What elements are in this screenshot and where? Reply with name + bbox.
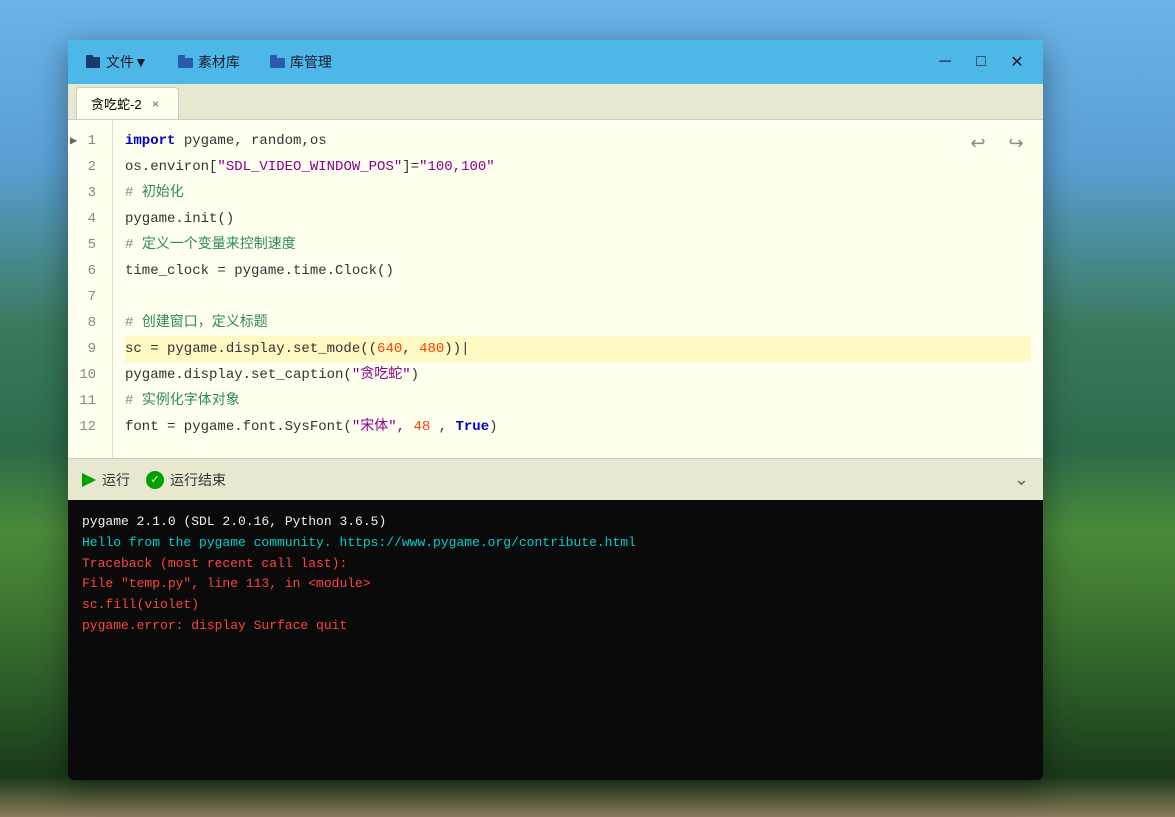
file-icon xyxy=(86,55,102,69)
code-line-7 xyxy=(125,284,1031,310)
console-line-2: Hello from the pygame community. https:/… xyxy=(82,533,1029,554)
console-line-4: File "temp.py", line 113, in <module> xyxy=(82,574,1029,595)
chevron-down-icon[interactable]: ⌄ xyxy=(1014,469,1029,490)
code-line-8: # 创建窗口，定义标题 xyxy=(125,310,1031,336)
app-window: 文件▼ 素材库 库管理 ─ xyxy=(68,40,1043,780)
menu-library-label: 库管理 xyxy=(290,52,332,72)
redo-button[interactable]: ↪ xyxy=(1001,128,1031,158)
maximize-button[interactable]: □ xyxy=(967,48,995,76)
code-line-1: import pygame, random,os xyxy=(125,128,1031,154)
menu-file[interactable]: 文件▼ xyxy=(80,48,154,76)
line-numbers: ▶ 1 2 3 4 5 6 7 8 9 10 11 12 xyxy=(68,120,113,458)
run-complete-indicator: ✓ 运行结束 xyxy=(146,470,226,490)
code-line-2: os.environ["SDL_VIDEO_WINDOW_POS"]="100,… xyxy=(125,154,1031,180)
maximize-icon: □ xyxy=(976,53,986,71)
redo-icon: ↪ xyxy=(1008,133,1023,154)
library-icon xyxy=(270,55,286,69)
editor-area: ↩ ↪ ▶ 1 2 3 4 5 6 7 8 9 10 11 12 xyxy=(68,120,1043,500)
console-output: pygame 2.1.0 (SDL 2.0.16, Python 3.6.5) … xyxy=(68,500,1043,780)
toolbar: 运行 ✓ 运行结束 ⌄ xyxy=(68,458,1043,500)
code-editor[interactable]: ▶ 1 2 3 4 5 6 7 8 9 10 11 12 import pyga… xyxy=(68,120,1043,458)
code-line-11: # 实例化字体对象 xyxy=(125,388,1031,414)
close-icon: ✕ xyxy=(1010,52,1023,72)
tab-snake[interactable]: 贪吃蛇-2 × xyxy=(76,87,179,119)
console-line-6: pygame.error: display Surface quit xyxy=(82,616,1029,637)
tab-bar: 贪吃蛇-2 × xyxy=(68,84,1043,120)
console-line-5: sc.fill(violet) xyxy=(82,595,1029,616)
code-line-10: pygame.display.set_caption("贪吃蛇") xyxy=(125,362,1031,388)
minimize-icon: ─ xyxy=(939,53,950,71)
menu-library[interactable]: 库管理 xyxy=(264,48,338,76)
undo-button[interactable]: ↩ xyxy=(963,128,993,158)
tab-label: 贪吃蛇-2 xyxy=(91,94,142,113)
editor-actions: ↩ ↪ xyxy=(963,128,1031,158)
undo-icon: ↩ xyxy=(970,133,985,154)
folder-icon xyxy=(178,55,194,69)
menu-assets[interactable]: 素材库 xyxy=(172,48,246,76)
collapse-arrow[interactable]: ▶ xyxy=(70,128,77,154)
code-line-6: time_clock = pygame.time.Clock() xyxy=(125,258,1031,284)
code-line-5: # 定义一个变量来控制速度 xyxy=(125,232,1031,258)
code-line-4: pygame.init() xyxy=(125,206,1031,232)
console-line-1: pygame 2.1.0 (SDL 2.0.16, Python 3.6.5) xyxy=(82,512,1029,533)
minimize-button[interactable]: ─ xyxy=(931,48,959,76)
menu-bar: 文件▼ 素材库 库管理 xyxy=(80,48,931,76)
run-button[interactable]: 运行 xyxy=(82,470,130,490)
menu-assets-label: 素材库 xyxy=(198,52,240,72)
close-button[interactable]: ✕ xyxy=(1003,48,1031,76)
play-icon xyxy=(82,473,96,487)
menu-file-label: 文件▼ xyxy=(106,52,148,72)
code-content[interactable]: import pygame, random,os os.environ["SDL… xyxy=(113,120,1043,458)
window-controls: ─ □ ✕ xyxy=(931,48,1031,76)
code-line-9: sc = pygame.display.set_mode((640, 480))… xyxy=(125,336,1031,362)
titlebar: 文件▼ 素材库 库管理 ─ xyxy=(68,40,1043,84)
code-line-3: # 初始化 xyxy=(125,180,1031,206)
check-circle-icon: ✓ xyxy=(146,471,164,489)
run-label: 运行 xyxy=(102,470,130,490)
console-line-3: Traceback (most recent call last): xyxy=(82,554,1029,575)
code-line-12: font = pygame.font.SysFont("宋体", 48 , Tr… xyxy=(125,414,1031,440)
tab-close-button[interactable]: × xyxy=(148,96,164,112)
run-complete-label: 运行结束 xyxy=(170,470,226,490)
